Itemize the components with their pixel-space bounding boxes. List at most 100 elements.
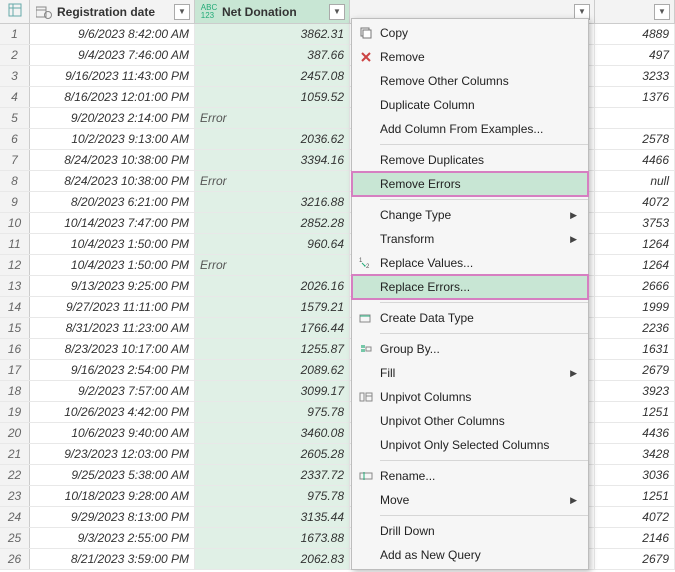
cell-last[interactable]: 2666 [595,276,675,296]
cell-registration[interactable]: 8/24/2023 10:38:00 PM [30,150,195,170]
cell-registration[interactable]: 8/31/2023 11:23:00 AM [30,318,195,338]
cell-net-donation[interactable]: 975.78 [195,402,350,422]
cell-last[interactable]: 4072 [595,507,675,527]
menu-change-type[interactable]: Change Type ▶ [352,203,588,227]
row-number[interactable]: 5 [0,108,30,128]
row-number[interactable]: 7 [0,150,30,170]
cell-net-donation[interactable]: 2036.62 [195,129,350,149]
row-number[interactable]: 24 [0,507,30,527]
filter-dropdown-button[interactable]: ▼ [174,4,190,20]
cell-net-donation[interactable]: Error [195,255,350,275]
row-number[interactable]: 9 [0,192,30,212]
cell-net-donation[interactable]: 387.66 [195,45,350,65]
row-number[interactable]: 25 [0,528,30,548]
cell-registration[interactable]: 9/6/2023 8:42:00 AM [30,24,195,44]
cell-registration[interactable]: 9/25/2023 5:38:00 AM [30,465,195,485]
cell-net-donation[interactable]: Error [195,108,350,128]
cell-last[interactable]: 4466 [595,150,675,170]
cell-net-donation[interactable]: 3216.88 [195,192,350,212]
cell-registration[interactable]: 9/20/2023 2:14:00 PM [30,108,195,128]
row-number[interactable]: 26 [0,549,30,569]
column-header-registration[interactable]: Registration date ▼ [30,0,195,23]
menu-drill-down[interactable]: Drill Down [352,519,588,543]
menu-unpivot-other-columns[interactable]: Unpivot Other Columns [352,409,588,433]
menu-remove-other-columns[interactable]: Remove Other Columns [352,69,588,93]
row-number[interactable]: 3 [0,66,30,86]
cell-last[interactable]: 3233 [595,66,675,86]
row-number[interactable]: 15 [0,318,30,338]
menu-duplicate-column[interactable]: Duplicate Column [352,93,588,117]
cell-net-donation[interactable]: Error [195,171,350,191]
row-number[interactable]: 17 [0,360,30,380]
row-number[interactable]: 12 [0,255,30,275]
cell-registration[interactable]: 10/2/2023 9:13:00 AM [30,129,195,149]
row-number[interactable]: 1 [0,24,30,44]
menu-create-data-type[interactable]: Create Data Type [352,306,588,330]
cell-last[interactable]: 3428 [595,444,675,464]
row-number[interactable]: 18 [0,381,30,401]
cell-registration[interactable]: 9/27/2023 11:11:00 PM [30,297,195,317]
menu-fill[interactable]: Fill ▶ [352,361,588,385]
cell-last[interactable]: 4436 [595,423,675,443]
cell-registration[interactable]: 9/16/2023 2:54:00 PM [30,360,195,380]
cell-last[interactable] [595,108,675,128]
cell-registration[interactable]: 10/6/2023 9:40:00 AM [30,423,195,443]
filter-dropdown-button[interactable]: ▼ [654,4,670,20]
row-number[interactable]: 20 [0,423,30,443]
cell-last[interactable]: 3923 [595,381,675,401]
cell-last[interactable]: 1376 [595,87,675,107]
cell-registration[interactable]: 10/4/2023 1:50:00 PM [30,234,195,254]
menu-unpivot-columns[interactable]: Unpivot Columns [352,385,588,409]
row-number[interactable]: 13 [0,276,30,296]
cell-last[interactable]: 2679 [595,549,675,569]
cell-registration[interactable]: 10/18/2023 9:28:00 AM [30,486,195,506]
cell-net-donation[interactable]: 2089.62 [195,360,350,380]
row-number[interactable]: 23 [0,486,30,506]
row-number[interactable]: 6 [0,129,30,149]
cell-registration[interactable]: 9/2/2023 7:57:00 AM [30,381,195,401]
row-number[interactable]: 19 [0,402,30,422]
menu-replace-errors[interactable]: Replace Errors... [352,275,588,299]
cell-registration[interactable]: 8/20/2023 6:21:00 PM [30,192,195,212]
cell-net-donation[interactable]: 1255.87 [195,339,350,359]
cell-last[interactable]: 3753 [595,213,675,233]
cell-net-donation[interactable]: 2852.28 [195,213,350,233]
cell-last[interactable]: null [595,171,675,191]
cell-net-donation[interactable]: 1766.44 [195,318,350,338]
cell-net-donation[interactable]: 975.78 [195,486,350,506]
cell-registration[interactable]: 8/24/2023 10:38:00 PM [30,171,195,191]
cell-last[interactable]: 1264 [595,255,675,275]
row-number[interactable]: 16 [0,339,30,359]
cell-net-donation[interactable]: 3135.44 [195,507,350,527]
cell-net-donation[interactable]: 2457.08 [195,66,350,86]
cell-registration[interactable]: 10/4/2023 1:50:00 PM [30,255,195,275]
cell-registration[interactable]: 9/4/2023 7:46:00 AM [30,45,195,65]
row-number[interactable]: 14 [0,297,30,317]
cell-last[interactable]: 1251 [595,402,675,422]
cell-last[interactable]: 2679 [595,360,675,380]
cell-net-donation[interactable]: 3460.08 [195,423,350,443]
filter-dropdown-button[interactable]: ▼ [329,4,345,20]
row-number[interactable]: 4 [0,87,30,107]
cell-last[interactable]: 1251 [595,486,675,506]
cell-net-donation[interactable]: 2337.72 [195,465,350,485]
row-number[interactable]: 21 [0,444,30,464]
cell-last[interactable]: 1999 [595,297,675,317]
cell-net-donation[interactable]: 960.64 [195,234,350,254]
cell-registration[interactable]: 8/21/2023 3:59:00 PM [30,549,195,569]
cell-net-donation[interactable]: 3099.17 [195,381,350,401]
menu-remove[interactable]: Remove [352,45,588,69]
cell-last[interactable]: 3036 [595,465,675,485]
cell-registration[interactable]: 9/29/2023 8:13:00 PM [30,507,195,527]
menu-add-column-from-examples[interactable]: Add Column From Examples... [352,117,588,141]
cell-registration[interactable]: 8/16/2023 12:01:00 PM [30,87,195,107]
menu-unpivot-selected-columns[interactable]: Unpivot Only Selected Columns [352,433,588,457]
cell-last[interactable]: 2236 [595,318,675,338]
cell-registration[interactable]: 9/23/2023 12:03:00 PM [30,444,195,464]
cell-net-donation[interactable]: 3862.31 [195,24,350,44]
cell-last[interactable]: 2578 [595,129,675,149]
column-header-last[interactable]: ▼ [595,0,675,23]
cell-net-donation[interactable]: 1059.52 [195,87,350,107]
column-header-net-donation[interactable]: ABC123 Net Donation ▼ [195,0,350,23]
table-menu-corner[interactable] [0,0,30,23]
